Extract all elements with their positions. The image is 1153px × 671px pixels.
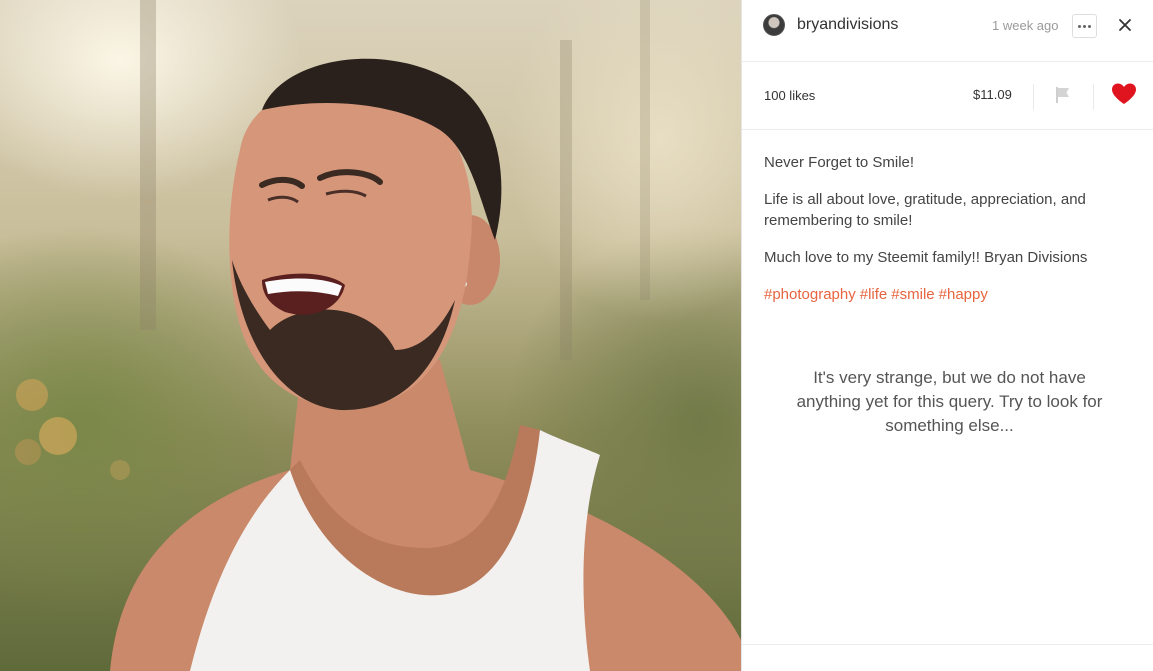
post-timestamp: 1 week ago bbox=[992, 18, 1059, 33]
post-paragraph: Life is all about love, gratitude, appre… bbox=[764, 191, 1086, 229]
tag-link[interactable]: #smile bbox=[891, 286, 934, 303]
flag-icon[interactable] bbox=[1053, 85, 1073, 105]
tag-link[interactable]: #happy bbox=[939, 286, 988, 303]
photo-illustration bbox=[15, 0, 741, 671]
post-paragraph: Much love to my Steemit family!! Bryan D… bbox=[764, 249, 1088, 266]
payout-amount[interactable]: $11.09 bbox=[973, 87, 1012, 102]
post-tags: #photography #life #smile #happy bbox=[764, 284, 1134, 305]
post-header: bryandivisions 1 week ago bbox=[742, 0, 1153, 62]
more-horizontal-icon bbox=[1078, 24, 1081, 28]
empty-comments-message: It's very strange, but we do not have an… bbox=[796, 368, 1103, 435]
divider bbox=[1093, 84, 1094, 110]
likes-count[interactable]: 100 likes bbox=[764, 88, 815, 103]
more-horizontal-icon bbox=[1083, 24, 1086, 28]
author-username[interactable]: bryandivisions bbox=[797, 16, 898, 34]
post-body: Never Forget to Smile! Life is all about… bbox=[764, 152, 1134, 321]
divider bbox=[1033, 84, 1034, 110]
more-options-button[interactable] bbox=[1072, 14, 1097, 38]
post-photo bbox=[0, 0, 741, 671]
post-paragraph: Never Forget to Smile! bbox=[764, 154, 915, 171]
close-icon[interactable] bbox=[1115, 15, 1135, 35]
heart-icon[interactable] bbox=[1111, 82, 1137, 106]
tag-link[interactable]: #life bbox=[860, 286, 888, 303]
author-avatar[interactable] bbox=[763, 14, 785, 36]
more-horizontal-icon bbox=[1088, 24, 1091, 28]
tag-link[interactable]: #photography bbox=[764, 286, 856, 303]
divider bbox=[742, 644, 1153, 645]
post-detail-panel: bryandivisions 1 week ago 100 likes $11.… bbox=[741, 0, 1153, 671]
post-stats-bar: 100 likes $11.09 bbox=[742, 62, 1153, 130]
